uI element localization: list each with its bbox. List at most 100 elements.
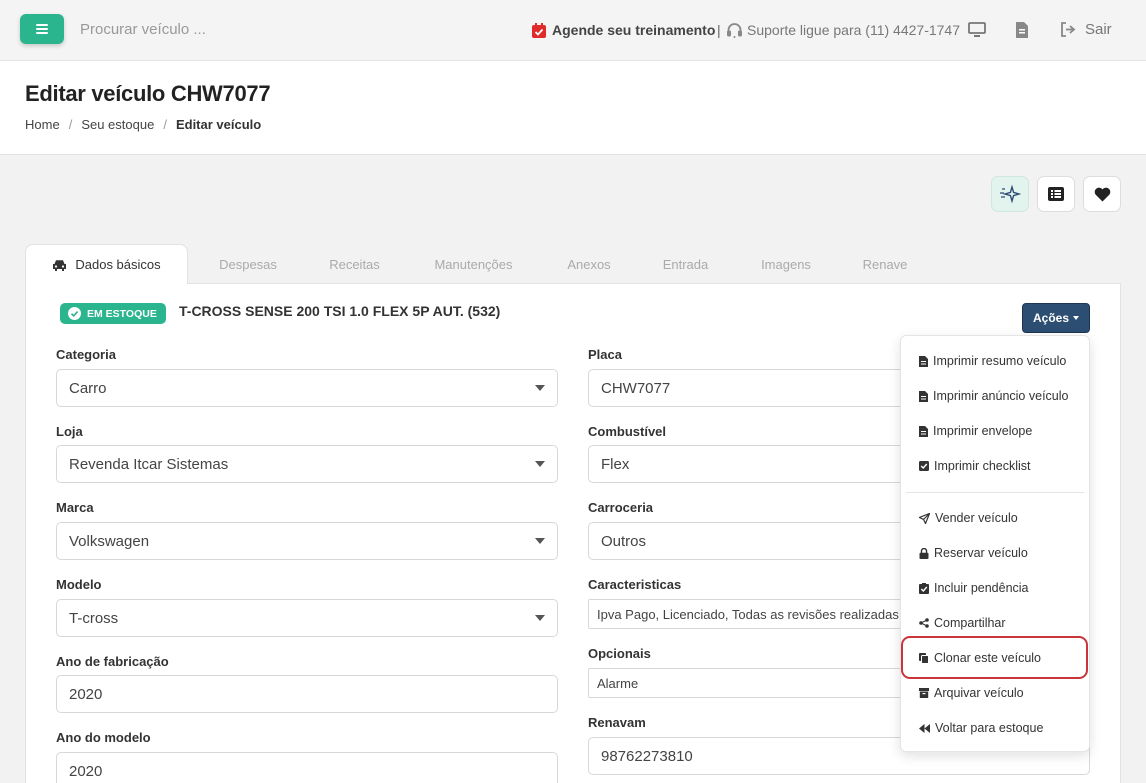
menu-item-label: Compartilhar — [934, 616, 1006, 630]
breadcrumb-stock[interactable]: Seu estoque — [81, 117, 154, 132]
tab-label: Receitas — [329, 256, 380, 272]
favorite-button[interactable] — [1083, 176, 1121, 212]
menu-item-print-summary[interactable]: Imprimir resumo veículo — [919, 351, 1066, 371]
categoria-select[interactable]: Carro — [56, 369, 558, 407]
breadcrumb-current: Editar veículo — [175, 117, 262, 132]
file-icon — [919, 355, 928, 367]
placa-value: CHW7077 — [601, 379, 671, 397]
tab-imagens[interactable]: Imagens — [742, 244, 830, 284]
status-badge: EM ESTOQUE — [60, 303, 166, 324]
breadcrumb-home[interactable]: Home — [25, 117, 60, 132]
actions-label: Ações — [1032, 311, 1070, 325]
combustivel-label: Combustível — [588, 424, 667, 439]
calendar-icon — [532, 22, 546, 38]
caracteristicas-value: Ipva Pago, Licenciado, Todas as revisões… — [597, 606, 899, 622]
share-icon — [919, 618, 929, 628]
menu-item-label: Vender veículo — [935, 511, 1018, 525]
ano-modelo-value: 2020 — [69, 762, 103, 780]
tab-receitas[interactable]: Receitas — [310, 244, 399, 284]
schedule-training-link[interactable]: Agende seu treinamento — [532, 22, 715, 38]
tab-label: Entrada — [662, 256, 709, 272]
tab-renave[interactable]: Renave — [843, 244, 927, 284]
breadcrumb-separator: / — [68, 117, 73, 132]
page-title: Editar veículo CHW7077 — [25, 81, 271, 106]
menu-item-sell[interactable]: Vender veículo — [919, 508, 1018, 528]
menu-item-label: Incluir pendência — [934, 581, 1029, 595]
tab-entrada[interactable]: Entrada — [643, 244, 728, 284]
modelo-value: T-cross — [69, 609, 119, 627]
copy-icon — [919, 652, 929, 664]
menu-toggle-button[interactable] — [20, 14, 64, 44]
menu-item-reserve[interactable]: Reservar veículo — [919, 543, 1028, 563]
sparkles-icon — [1000, 184, 1021, 204]
lock-icon — [919, 547, 929, 559]
list-view-button[interactable] — [1037, 176, 1075, 212]
list-icon — [1048, 187, 1064, 201]
menu-item-label: Clonar este veículo — [934, 651, 1042, 665]
menu-item-label: Voltar para estoque — [935, 721, 1044, 735]
car-icon — [53, 259, 67, 271]
actions-button[interactable]: Ações — [1022, 303, 1090, 333]
logout-button[interactable]: Sair — [1060, 21, 1112, 38]
renavam-value: 98762273810 — [601, 747, 693, 765]
support-info: Suporte ligue para (11) 4427-1747 — [726, 22, 960, 38]
tab-label: Imagens — [761, 256, 811, 272]
ano-modelo-label: Ano do modelo — [56, 730, 151, 745]
opcionais-value: Alarme — [597, 675, 639, 691]
menu-item-print-envelope[interactable]: Imprimir envelope — [919, 421, 1032, 441]
ano-modelo-input[interactable]: 2020 — [56, 752, 558, 783]
clipboard-check-icon — [919, 582, 929, 594]
support-label: Suporte ligue para (11) 4427-1747 — [747, 22, 961, 38]
ano-fabricacao-label: Ano de fabricação — [56, 654, 169, 669]
vehicle-search-input[interactable]: Procurar veículo ... — [80, 21, 206, 38]
tab-label: Despesas — [219, 256, 277, 272]
loja-value: Revenda Itcar Sistemas — [69, 455, 229, 473]
menu-item-label: Imprimir anúncio veículo — [933, 389, 1069, 403]
document-icon[interactable] — [1016, 22, 1028, 38]
menu-item-print-checklist[interactable]: Imprimir checklist — [919, 456, 1031, 476]
heart-icon — [1094, 187, 1110, 201]
tab-label: Dados básicos — [75, 257, 161, 272]
check-circle-icon — [68, 307, 81, 320]
vehicle-name: T-CROSS SENSE 200 TSI 1.0 FLEX 5P AUT. (… — [179, 303, 501, 319]
breadcrumb-separator: / — [163, 117, 167, 132]
archive-icon — [919, 688, 929, 698]
marca-select[interactable]: Volkswagen — [56, 522, 558, 560]
tab-manutencoes[interactable]: Manutenções — [413, 244, 534, 284]
menu-item-clone[interactable]: Clonar este veículo — [919, 648, 1041, 668]
modelo-label: Modelo — [56, 577, 102, 592]
categoria-value: Carro — [69, 379, 107, 397]
tab-dados-basicos[interactable]: Dados básicos — [25, 244, 188, 284]
tab-despesas[interactable]: Despesas — [198, 244, 298, 284]
tab-label: Anexos — [567, 256, 611, 272]
menu-item-print-ad[interactable]: Imprimir anúncio veículo — [919, 386, 1068, 406]
menu-item-add-pending[interactable]: Incluir pendência — [919, 578, 1029, 598]
menu-item-label: Reservar veículo — [934, 546, 1028, 560]
page-header: Editar veículo CHW7077 Home / Seu estoqu… — [0, 61, 1146, 155]
backward-icon — [919, 723, 930, 733]
ano-fabricacao-input[interactable]: 2020 — [56, 675, 558, 713]
ano-fabricacao-value: 2020 — [69, 685, 103, 703]
loja-select[interactable]: Revenda Itcar Sistemas — [56, 445, 558, 483]
placa-label: Placa — [588, 347, 622, 362]
menu-item-share[interactable]: Compartilhar — [919, 613, 1006, 633]
marca-value: Volkswagen — [69, 532, 150, 550]
menu-item-label: Imprimir envelope — [933, 424, 1033, 438]
headset-icon — [727, 23, 742, 38]
actions-dropdown-menu: Imprimir resumo veículo Imprimir anúncio… — [900, 335, 1090, 752]
opcionais-label: Opcionais — [588, 646, 651, 661]
menu-item-back-to-stock[interactable]: Voltar para estoque — [919, 718, 1043, 738]
breadcrumb: Home / Seu estoque / Editar veículo — [25, 117, 261, 132]
tab-anexos[interactable]: Anexos — [547, 244, 631, 284]
ai-sparkle-button[interactable] — [991, 176, 1029, 212]
modelo-select[interactable]: T-cross — [56, 599, 558, 637]
renavam-label: Renavam — [588, 715, 646, 730]
menu-item-label: Arquivar veículo — [934, 686, 1024, 700]
menu-item-archive[interactable]: Arquivar veículo — [919, 683, 1024, 703]
logout-label: Sair — [1085, 21, 1112, 38]
carroceria-value: Outros — [601, 532, 647, 550]
topbar-separator: | — [717, 22, 721, 38]
carroceria-label: Carroceria — [588, 500, 654, 515]
monitor-icon[interactable] — [968, 22, 986, 38]
loja-label: Loja — [56, 424, 83, 439]
